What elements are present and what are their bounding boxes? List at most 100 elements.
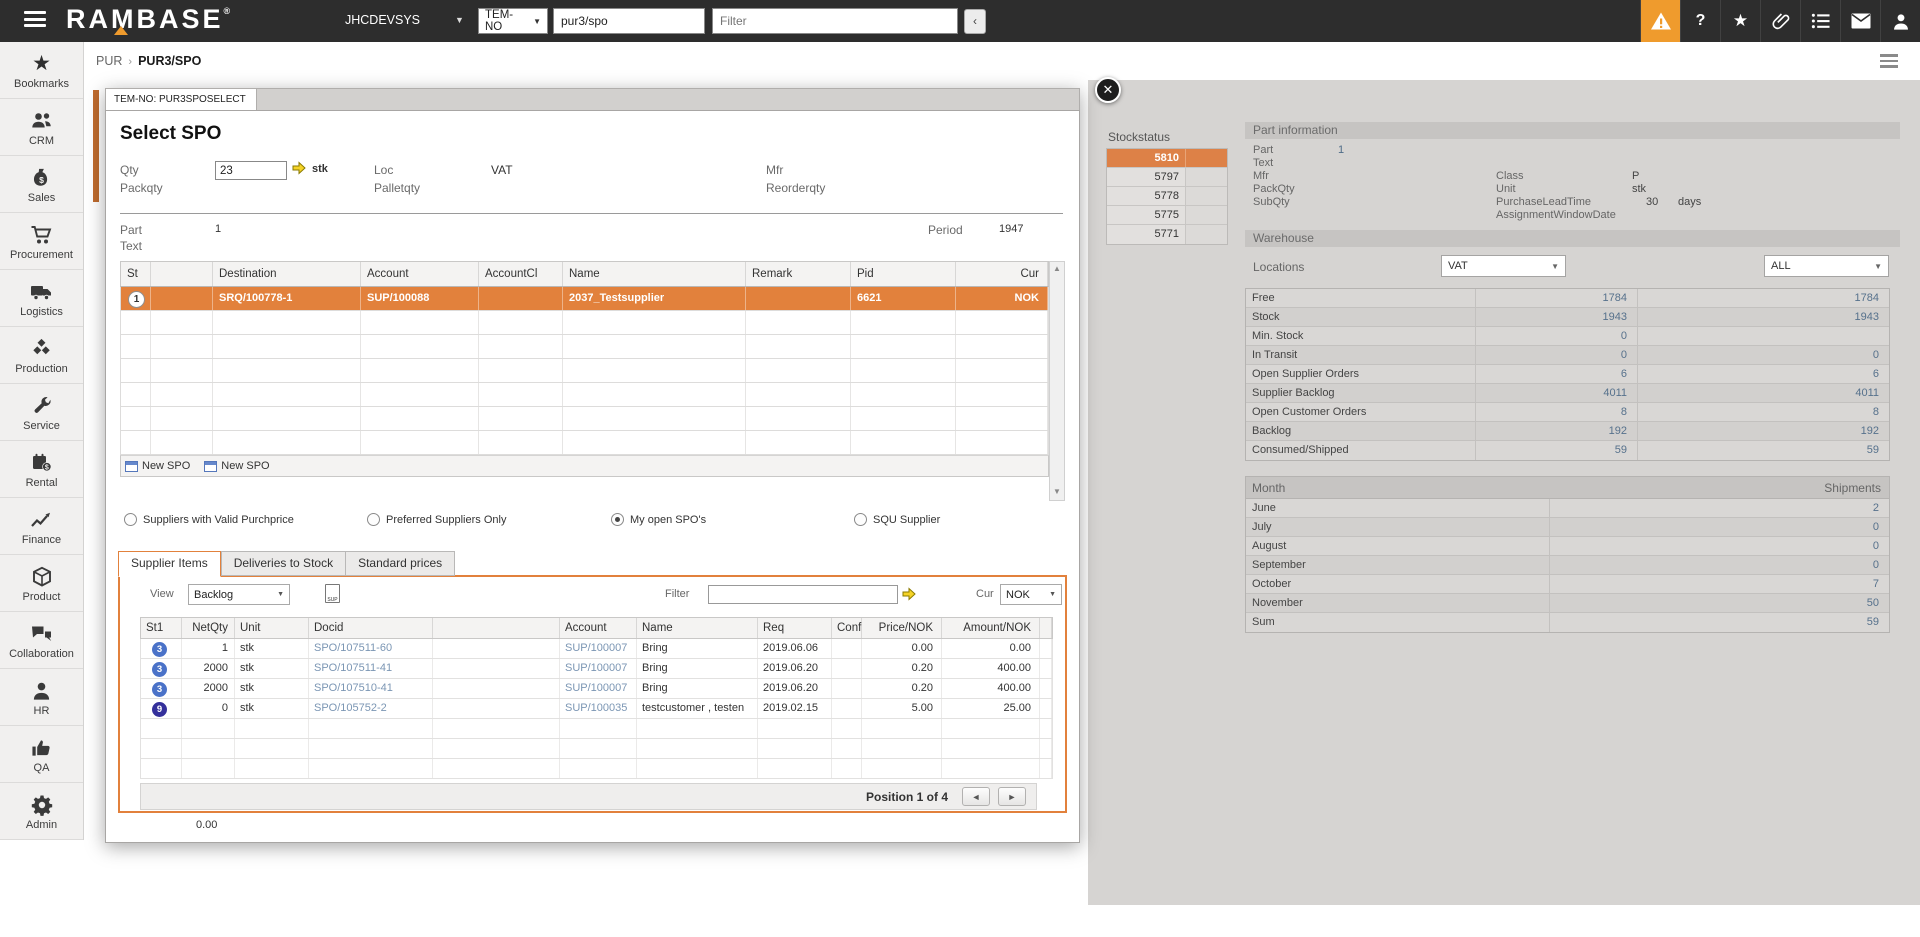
system-name[interactable]: JHCDEVSYS xyxy=(345,13,420,27)
mfr-label: Mfr xyxy=(1253,170,1269,182)
tab-supplier-items[interactable]: Supplier Items xyxy=(118,551,221,577)
sidebar-item-crm[interactable]: CRM xyxy=(0,99,83,156)
stockstatus-row-selected[interactable]: 5810 xyxy=(1107,149,1227,168)
alerts-icon[interactable] xyxy=(1640,0,1680,42)
spo-empty-row[interactable] xyxy=(120,431,1049,455)
location-filter-select[interactable]: VAT▼ xyxy=(1441,255,1566,277)
stockstatus-row[interactable]: 5778 xyxy=(1107,187,1227,206)
close-icon[interactable]: ✕ xyxy=(1095,77,1121,103)
sidebar-item-production[interactable]: Production xyxy=(0,327,83,384)
rambase-logo[interactable]: RAMBASE® xyxy=(66,4,230,35)
scope-filter-select[interactable]: ALL▼ xyxy=(1764,255,1889,277)
spo-empty-row[interactable] xyxy=(120,383,1049,407)
status-badge: 3 xyxy=(152,662,167,677)
sidebar-item-collaboration[interactable]: Collaboration xyxy=(0,612,83,669)
items-row[interactable]: 3 1 stk SPO/107511-60 SUP/100007 Bring 2… xyxy=(140,639,1053,659)
docid-link[interactable]: SPO/105752-2 xyxy=(314,702,387,714)
calendar-dollar-icon: $ xyxy=(31,450,53,476)
stockstatus-row[interactable]: 5771 xyxy=(1107,225,1227,244)
shipments-row: September0 xyxy=(1246,556,1889,575)
module-sidebar: ★ Bookmarks CRM $ Sales Procurement Logi… xyxy=(0,42,84,840)
account-link[interactable]: SUP/100007 xyxy=(565,642,627,654)
account-link[interactable]: SUP/100007 xyxy=(565,662,627,674)
account-person-icon[interactable] xyxy=(1880,0,1920,42)
sidebar-item-admin[interactable]: Admin xyxy=(0,783,83,840)
spo-empty-row[interactable] xyxy=(120,359,1049,383)
status-badge: 3 xyxy=(152,682,167,697)
spo-selected-row[interactable]: 1 SRQ/100778-1 SUP/100088 2037_Testsuppl… xyxy=(120,287,1049,311)
sidebar-item-hr[interactable]: HR xyxy=(0,669,83,726)
items-filter-input[interactable] xyxy=(708,585,898,604)
sidebar-item-finance[interactable]: Finance xyxy=(0,498,83,555)
items-row[interactable]: 9 0 stk SPO/105752-2 SUP/100035 testcust… xyxy=(140,699,1053,719)
dialog-body: Select SPO Qty stk Packqty Loc Palletqty… xyxy=(105,110,1080,843)
command-input[interactable] xyxy=(553,8,705,34)
next-page-button[interactable]: ► xyxy=(998,787,1026,806)
items-empty-row[interactable] xyxy=(140,739,1053,759)
stockstatus-row[interactable]: 5775 xyxy=(1107,206,1227,225)
tab-deliveries-to-stock[interactable]: Deliveries to Stock xyxy=(221,551,345,576)
sidebar-item-qa[interactable]: QA xyxy=(0,726,83,783)
sidebar-item-rental[interactable]: $ Rental xyxy=(0,441,83,498)
docid-link[interactable]: SPO/107510-41 xyxy=(314,682,393,694)
sidebar-item-logistics[interactable]: Logistics xyxy=(0,270,83,327)
unit-value: stk xyxy=(1632,183,1646,195)
attachment-paperclip-icon[interactable] xyxy=(1760,0,1800,42)
items-empty-row[interactable] xyxy=(140,719,1053,739)
radio-preferred-suppliers[interactable]: Preferred Suppliers Only xyxy=(367,513,506,526)
dialog-tab[interactable]: TEM-NO: PUR3SPOSELECT xyxy=(106,89,257,111)
dialog-tab-strip: TEM-NO: PUR3SPOSELECT xyxy=(105,88,1080,110)
qty-unit: stk xyxy=(312,163,328,175)
docid-link[interactable]: SPO/107511-60 xyxy=(314,642,392,654)
items-row[interactable]: 3 2000 stk SPO/107510-41 SUP/100007 Brin… xyxy=(140,679,1053,699)
account-link[interactable]: SUP/100007 xyxy=(565,682,627,694)
tab-standard-prices[interactable]: Standard prices xyxy=(345,551,455,576)
radio-valid-purchprice[interactable]: Suppliers with Valid Purchprice xyxy=(124,513,294,526)
topbar-filter-input[interactable] xyxy=(712,8,958,34)
destination-cell: SRQ/100778-1 xyxy=(213,287,361,310)
leadtime-unit: days xyxy=(1678,196,1701,208)
scroll-up-icon[interactable]: ▲ xyxy=(1050,264,1064,273)
sidebar-item-product[interactable]: Product xyxy=(0,555,83,612)
prev-page-button[interactable]: ◄ xyxy=(962,787,990,806)
task-list-icon[interactable] xyxy=(1800,0,1840,42)
messages-envelope-icon[interactable] xyxy=(1840,0,1880,42)
truck-icon xyxy=(30,279,53,305)
sidebar-item-sales[interactable]: $ Sales xyxy=(0,156,83,213)
new-spo-button[interactable]: New SPO xyxy=(125,460,190,472)
period-value: 1947 xyxy=(999,223,1023,235)
qty-input[interactable] xyxy=(215,161,287,180)
sidebar-item-bookmarks[interactable]: ★ Bookmarks xyxy=(0,42,83,99)
docid-link[interactable]: SPO/107511-41 xyxy=(314,662,392,674)
qty-lookup-arrow-icon[interactable] xyxy=(292,161,306,175)
spo-empty-row[interactable] xyxy=(120,407,1049,431)
favorites-star-icon[interactable]: ★ xyxy=(1720,0,1760,42)
filter-apply-arrow-icon[interactable] xyxy=(902,587,916,601)
spo-table-scrollbar[interactable]: ▲ ▼ xyxy=(1049,261,1065,501)
spo-empty-row[interactable] xyxy=(120,311,1049,335)
breadcrumb-section[interactable]: PUR xyxy=(96,54,122,68)
radio-my-open-spos[interactable]: My open SPO's xyxy=(611,513,706,526)
collapse-search-button[interactable]: ‹ xyxy=(964,9,986,34)
spo-empty-row[interactable] xyxy=(120,335,1049,359)
page-menu-hamburger-icon[interactable] xyxy=(1880,54,1898,71)
module-selector[interactable]: TEM-NO▼ xyxy=(478,8,548,34)
radio-squ-supplier[interactable]: SQU Supplier xyxy=(854,513,940,526)
menu-hamburger-icon[interactable] xyxy=(24,11,46,31)
items-empty-row[interactable] xyxy=(140,759,1053,779)
warehouse-table: Free17841784 Stock19431943 Min. Stock0 I… xyxy=(1245,288,1890,461)
new-spo-button-2[interactable]: New SPO xyxy=(204,460,269,472)
items-row[interactable]: 3 2000 stk SPO/107511-41 SUP/100007 Brin… xyxy=(140,659,1053,679)
stockstatus-row[interactable]: 5797 xyxy=(1107,168,1227,187)
help-icon[interactable]: ? xyxy=(1680,0,1720,42)
cur-select[interactable]: NOK▼ xyxy=(1000,584,1062,605)
account-link[interactable]: SUP/100035 xyxy=(565,702,627,714)
vat-label: VAT xyxy=(491,163,513,177)
view-select[interactable]: Backlog▼ xyxy=(188,584,290,605)
sidebar-item-service[interactable]: Service xyxy=(0,384,83,441)
radio-circle-selected xyxy=(611,513,624,526)
system-dropdown-caret-icon[interactable]: ▼ xyxy=(455,15,464,25)
sup-document-icon[interactable]: SUP xyxy=(325,584,340,603)
scroll-down-icon[interactable]: ▼ xyxy=(1050,487,1064,496)
sidebar-item-procurement[interactable]: Procurement xyxy=(0,213,83,270)
